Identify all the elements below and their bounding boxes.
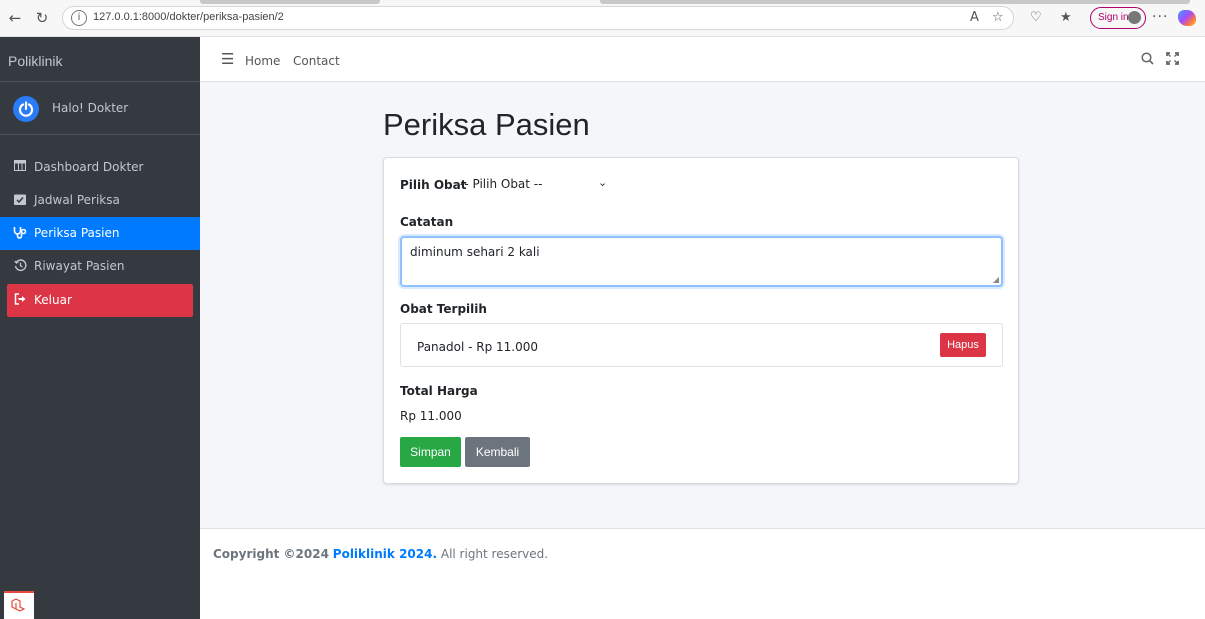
tab-strip-edge	[200, 0, 380, 4]
sidebar-item-label: Dashboard Dokter	[34, 160, 144, 174]
sidebar-item-jadwal[interactable]: Jadwal Periksa	[7, 184, 193, 217]
resize-handle-icon[interactable]: ◢	[993, 275, 999, 284]
list-item: Panadol - Rp 11.000 Hapus	[400, 323, 1003, 367]
calendar-check-icon	[13, 193, 27, 207]
sidebar-item-periksa[interactable]: Periksa Pasien	[0, 217, 200, 250]
total-harga-value: Rp 11.000	[400, 409, 462, 423]
reload-icon[interactable]: ↻	[33, 9, 51, 27]
sidebar-item-label: Riwayat Pasien	[34, 259, 125, 273]
user-name[interactable]: Halo! Dokter	[52, 101, 128, 115]
url-text: 127.0.0.1:8000/dokter/periksa-pasien/2	[93, 11, 284, 23]
catatan-value: diminum sehari 2 kali	[410, 245, 540, 259]
read-aloud-icon[interactable]: A	[970, 9, 979, 27]
content-wrapper: Periksa Pasien Pilih Obat -- Pilih Obat …	[200, 82, 1205, 528]
brand-link[interactable]: Poliklinik	[0, 37, 200, 82]
pilih-obat-select[interactable]: -- Pilih Obat --	[460, 177, 610, 195]
sidebar-item-label: Jadwal Periksa	[34, 193, 120, 207]
top-navbar: ☰ Home Contact	[200, 37, 1205, 82]
browser-toolbar: ← ↻ i 127.0.0.1:8000/dokter/periksa-pasi…	[0, 0, 1205, 37]
tab-strip-edge	[600, 0, 1190, 4]
hapus-button[interactable]: Hapus	[940, 333, 986, 357]
sidebar-item-label: Periksa Pasien	[34, 226, 120, 240]
copilot-icon[interactable]	[1178, 10, 1196, 26]
pilih-obat-label: Pilih Obat	[400, 178, 467, 192]
page-title: Periksa Pasien	[383, 107, 590, 142]
footer-copyright: Copyright ©2024 Poliklinik 2024. All rig…	[213, 547, 548, 561]
pilih-obat-value: -- Pilih Obat --	[460, 177, 543, 191]
hamburger-menu-icon[interactable]: ☰	[221, 52, 234, 67]
back-arrow-icon[interactable]: ←	[6, 9, 24, 27]
catatan-label: Catatan	[400, 215, 454, 229]
sidebar-item-keluar[interactable]: Keluar	[7, 284, 193, 317]
copyright-prefix: Copyright ©2024	[213, 547, 329, 561]
fullscreen-icon[interactable]	[1166, 52, 1179, 69]
footer-brand-link[interactable]: Poliklinik 2024.	[333, 547, 437, 561]
sidebar-item-label: Keluar	[34, 293, 72, 307]
search-icon[interactable]	[1141, 52, 1154, 69]
sign-in-button[interactable]: Sign in	[1090, 7, 1146, 29]
power-avatar-icon	[13, 96, 39, 122]
browser-essentials-icon[interactable]: ♡	[1030, 9, 1042, 27]
sidebar: Poliklinik Halo! Dokter Dashboard Dokter…	[0, 37, 200, 619]
favorites-list-icon[interactable]: ★	[1060, 9, 1072, 27]
info-icon[interactable]: i	[71, 10, 87, 26]
sidebar-nav: Dashboard Dokter Jadwal Periksa Periksa …	[0, 135, 200, 317]
stethoscope-icon	[13, 226, 27, 240]
user-panel: Halo! Dokter	[0, 82, 200, 135]
nav-link-home[interactable]: Home	[245, 54, 280, 68]
sign-out-icon	[13, 293, 27, 307]
obat-terpilih-label: Obat Terpilih	[400, 302, 487, 316]
periksa-form-card: Pilih Obat -- Pilih Obat -- ⌄ Catatan di…	[383, 157, 1019, 484]
address-bar[interactable]: i 127.0.0.1:8000/dokter/periksa-pasien/2	[62, 6, 1014, 30]
simpan-button[interactable]: Simpan	[400, 437, 461, 467]
total-harga-label: Total Harga	[400, 384, 478, 398]
laravel-debug-icon[interactable]	[4, 591, 34, 619]
history-icon	[13, 259, 27, 273]
catatan-textarea[interactable]: diminum sehari 2 kali ◢	[400, 236, 1003, 287]
sidebar-item-riwayat[interactable]: Riwayat Pasien	[7, 250, 193, 283]
table-icon	[13, 160, 27, 174]
copyright-suffix: All right reserved.	[440, 547, 549, 561]
favorite-star-icon[interactable]: ☆	[992, 9, 1004, 27]
nav-link-contact[interactable]: Contact	[293, 54, 340, 68]
obat-terpilih-name: Panadol - Rp 11.000	[417, 340, 539, 354]
sign-in-label: Sign in	[1098, 12, 1129, 23]
footer: Copyright ©2024 Poliklinik 2024. All rig…	[200, 528, 1205, 619]
more-options-icon[interactable]: ···	[1152, 9, 1168, 25]
kembali-button[interactable]: Kembali	[465, 437, 530, 467]
chevron-down-icon: ⌄	[598, 176, 608, 189]
profile-icon	[1128, 11, 1141, 24]
sidebar-item-dashboard[interactable]: Dashboard Dokter	[7, 151, 193, 184]
